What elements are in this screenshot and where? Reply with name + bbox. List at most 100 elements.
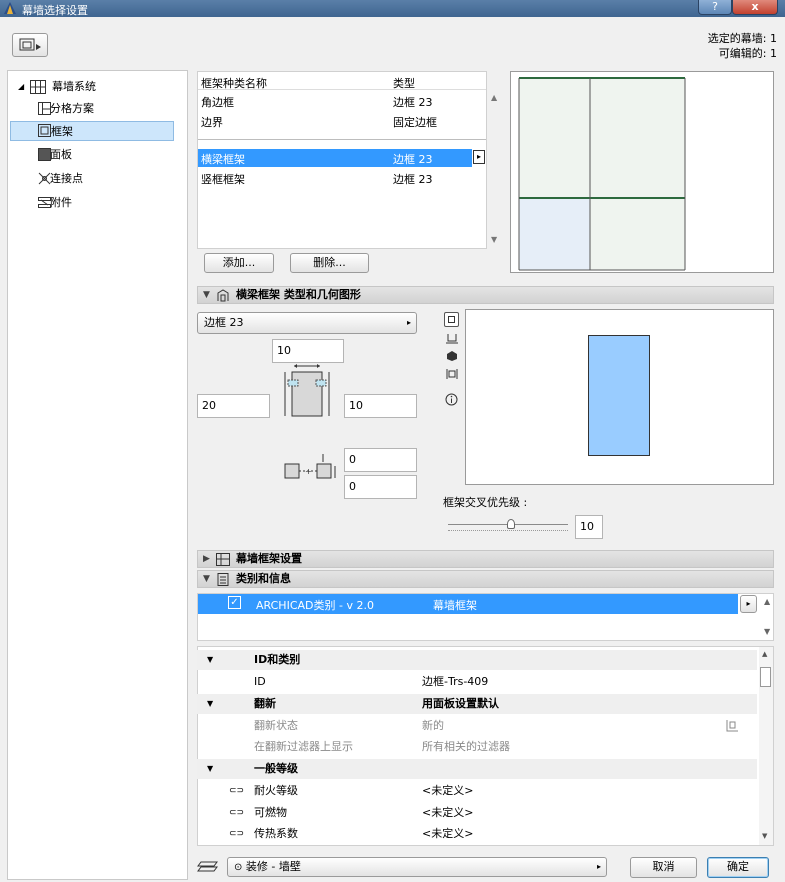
property-value: <未定义> — [422, 827, 474, 840]
section-view-icon[interactable] — [446, 332, 458, 344]
offset-input-2[interactable]: 0 — [344, 475, 417, 499]
nav-item-label: 分格方案 — [50, 102, 94, 115]
classification-row[interactable]: ✓ ARCHICAD类别 - v 2.0 幕墙框架 — [198, 594, 738, 614]
ok-button[interactable]: 确定 — [707, 857, 769, 878]
editable-count: 可编辑的: 1 — [718, 47, 777, 60]
frame-width-input[interactable]: 20 — [197, 394, 270, 418]
expand-arrow-icon: ▼ — [207, 699, 214, 708]
frame-icon — [38, 124, 51, 137]
property-row[interactable]: ⊂⊃ 可燃物 <未定义> — [197, 803, 757, 823]
scroll-up-icon[interactable]: ▲ — [764, 597, 770, 606]
section-type-geometry[interactable]: ▼ 横梁框架 类型和几何图形 — [197, 286, 774, 304]
property-name: 一般等级 — [254, 762, 298, 775]
properties-scrollbar[interactable]: ▲ ▼ — [759, 647, 773, 845]
dropdown-arrow-icon: ▸ — [596, 862, 601, 871]
frame-row-type: 边框 23 — [393, 96, 433, 109]
frame-offset-input[interactable]: 10 — [344, 394, 417, 418]
property-value: <未定义> — [422, 784, 474, 797]
nav-root-label: 幕墙系统 — [52, 80, 96, 93]
property-value: 新的 — [422, 719, 444, 732]
expand-arrow-icon: ▼ — [207, 655, 214, 664]
collapse-icon[interactable]: ◢ — [18, 77, 24, 97]
property-value: 所有相关的过滤器 — [422, 740, 510, 753]
nav-item-accessory[interactable]: 附件 — [10, 193, 174, 213]
frame-row-selected[interactable]: 横梁框架 边框 23 — [198, 149, 472, 167]
visibility-icon: ⊙ — [234, 862, 243, 873]
property-name: ID和类别 — [254, 653, 301, 666]
property-value: 边框-Trs-409 — [422, 675, 489, 688]
nav-item-junction[interactable]: 连接点 — [10, 169, 174, 189]
property-row[interactable]: ID 边框-Trs-409 — [197, 672, 757, 692]
add-frame-button[interactable]: 添加... — [204, 253, 274, 273]
window-title: 幕墙选择设置 — [22, 4, 88, 17]
property-row[interactable]: 翻新状态 新的 — [197, 716, 757, 736]
frame-row[interactable]: 竖框框架 边框 23 — [198, 169, 478, 187]
property-name: 耐火等级 — [254, 784, 298, 797]
property-name: 翻新状态 — [254, 719, 298, 732]
classification-expand-button[interactable]: ▸ — [740, 595, 757, 613]
offset-input-1[interactable]: 0 — [344, 448, 417, 472]
layer-icon — [197, 861, 218, 872]
link-icon: ⊂⊃ — [229, 808, 245, 818]
dimension-icon[interactable] — [446, 368, 458, 380]
favorites-button[interactable] — [12, 33, 48, 57]
layer-dropdown[interactable]: ⊙ 装修 - 墙壁 ▸ — [227, 857, 607, 877]
property-group-row[interactable]: ▼ 翻新 用面板设置默认 — [197, 694, 757, 714]
collapse-arrow-icon: ▶ — [203, 554, 210, 564]
delete-frame-button[interactable]: 删除... — [290, 253, 369, 273]
junction-icon — [38, 172, 51, 185]
property-row[interactable]: ⊂⊃ 耐火等级 <未定义> — [197, 781, 757, 801]
scroll-thumb[interactable] — [760, 667, 771, 687]
frame-row[interactable]: 角边框 边框 23 — [198, 92, 478, 110]
slider-ticks — [448, 530, 568, 533]
frame-depth-input[interactable]: 10 — [272, 339, 344, 363]
frame-row[interactable]: 边界 固定边框 — [198, 112, 478, 130]
help-button[interactable]: ? — [698, 0, 732, 15]
scroll-down-icon[interactable]: ▼ — [491, 235, 497, 244]
checkbox-checked-icon[interactable]: ✓ — [228, 596, 241, 609]
priority-slider[interactable] — [448, 519, 568, 533]
close-button[interactable]: x — [732, 0, 778, 15]
favorites-icon — [19, 38, 41, 51]
property-value: 用面板设置默认 — [422, 697, 499, 710]
nav-panel — [7, 70, 188, 880]
panel-icon — [38, 148, 51, 161]
frame-type-dropdown[interactable]: 边框 23 ▸ — [197, 312, 417, 334]
layer-value: 装修 - 墙壁 — [245, 860, 301, 873]
scroll-down-icon[interactable]: ▼ — [762, 832, 767, 840]
frame-row-name: 竖框框架 — [201, 173, 245, 186]
property-group-row[interactable]: ▼ 一般等级 — [197, 759, 757, 779]
header-divider — [198, 89, 486, 90]
app-icon — [4, 2, 16, 14]
view-2d-button[interactable] — [444, 312, 459, 327]
row-expand-button[interactable]: ▸ — [473, 150, 485, 164]
nav-item-label: 面板 — [50, 148, 72, 161]
accessory-icon — [38, 197, 51, 208]
section-classification[interactable]: ▼ 类别和信息 — [197, 570, 774, 588]
nav-root[interactable]: ◢ 幕墙系统 — [18, 77, 178, 97]
info-icon[interactable] — [445, 393, 458, 406]
section-cw-frame-settings[interactable]: ▶ 幕墙框架设置 — [197, 550, 774, 568]
nav-item-scheme[interactable]: 分格方案 — [10, 99, 174, 119]
property-name: 可燃物 — [254, 806, 287, 819]
slider-thumb[interactable] — [507, 519, 515, 529]
scroll-up-icon[interactable]: ▲ — [762, 650, 767, 658]
property-row[interactable]: 在翻新过滤器上显示 所有相关的过滤器 — [197, 737, 757, 757]
frame-row-type: 边框 23 — [393, 153, 433, 166]
frame-row-name: 横梁框架 — [201, 153, 245, 166]
nav-item-label: 附件 — [50, 196, 72, 209]
3d-view-icon[interactable] — [446, 350, 458, 362]
classification-label: ARCHICAD类别 - v 2.0 — [256, 599, 374, 612]
property-row[interactable]: ⊂⊃ 传热系数 <未定义> — [197, 824, 757, 844]
nav-item-panel[interactable]: 面板 — [10, 145, 174, 165]
property-value: <未定义> — [422, 806, 474, 819]
title-bar: 幕墙选择设置 ? x — [0, 0, 785, 17]
nav-item-label: 连接点 — [50, 172, 83, 185]
scroll-up-icon[interactable]: ▲ — [491, 93, 497, 102]
property-group-row[interactable]: ▼ ID和类别 — [197, 650, 757, 670]
nav-item-frame[interactable]: 框架 — [10, 121, 174, 141]
scroll-down-icon[interactable]: ▼ — [764, 627, 770, 636]
cancel-button[interactable]: 取消 — [630, 857, 697, 878]
property-name: 在翻新过滤器上显示 — [254, 740, 353, 753]
priority-input[interactable]: 10 — [575, 515, 603, 539]
